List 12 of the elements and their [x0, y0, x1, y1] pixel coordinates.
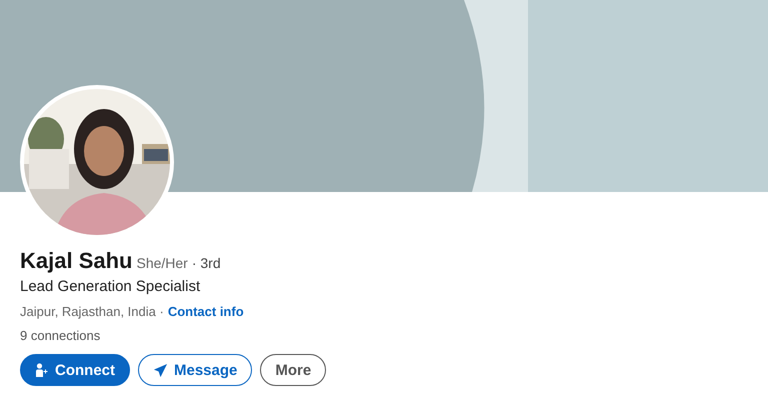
- connect-button[interactable]: Connect: [20, 354, 130, 386]
- more-button[interactable]: More: [260, 354, 326, 386]
- connections-count: 9 connections: [20, 328, 102, 343]
- profile-name: Kajal Sahu: [20, 248, 132, 274]
- message-button[interactable]: Message: [138, 354, 252, 386]
- location: Jaipur, Rajasthan, India ·: [20, 304, 164, 319]
- connection-degree: · 3rd: [192, 255, 221, 271]
- send-icon: [153, 362, 168, 378]
- headline: Lead Generation Specialist: [20, 278, 202, 295]
- pronouns: She/Her: [136, 255, 188, 271]
- contact-info-link[interactable]: Contact info: [168, 304, 244, 319]
- person-add-icon: [35, 363, 49, 377]
